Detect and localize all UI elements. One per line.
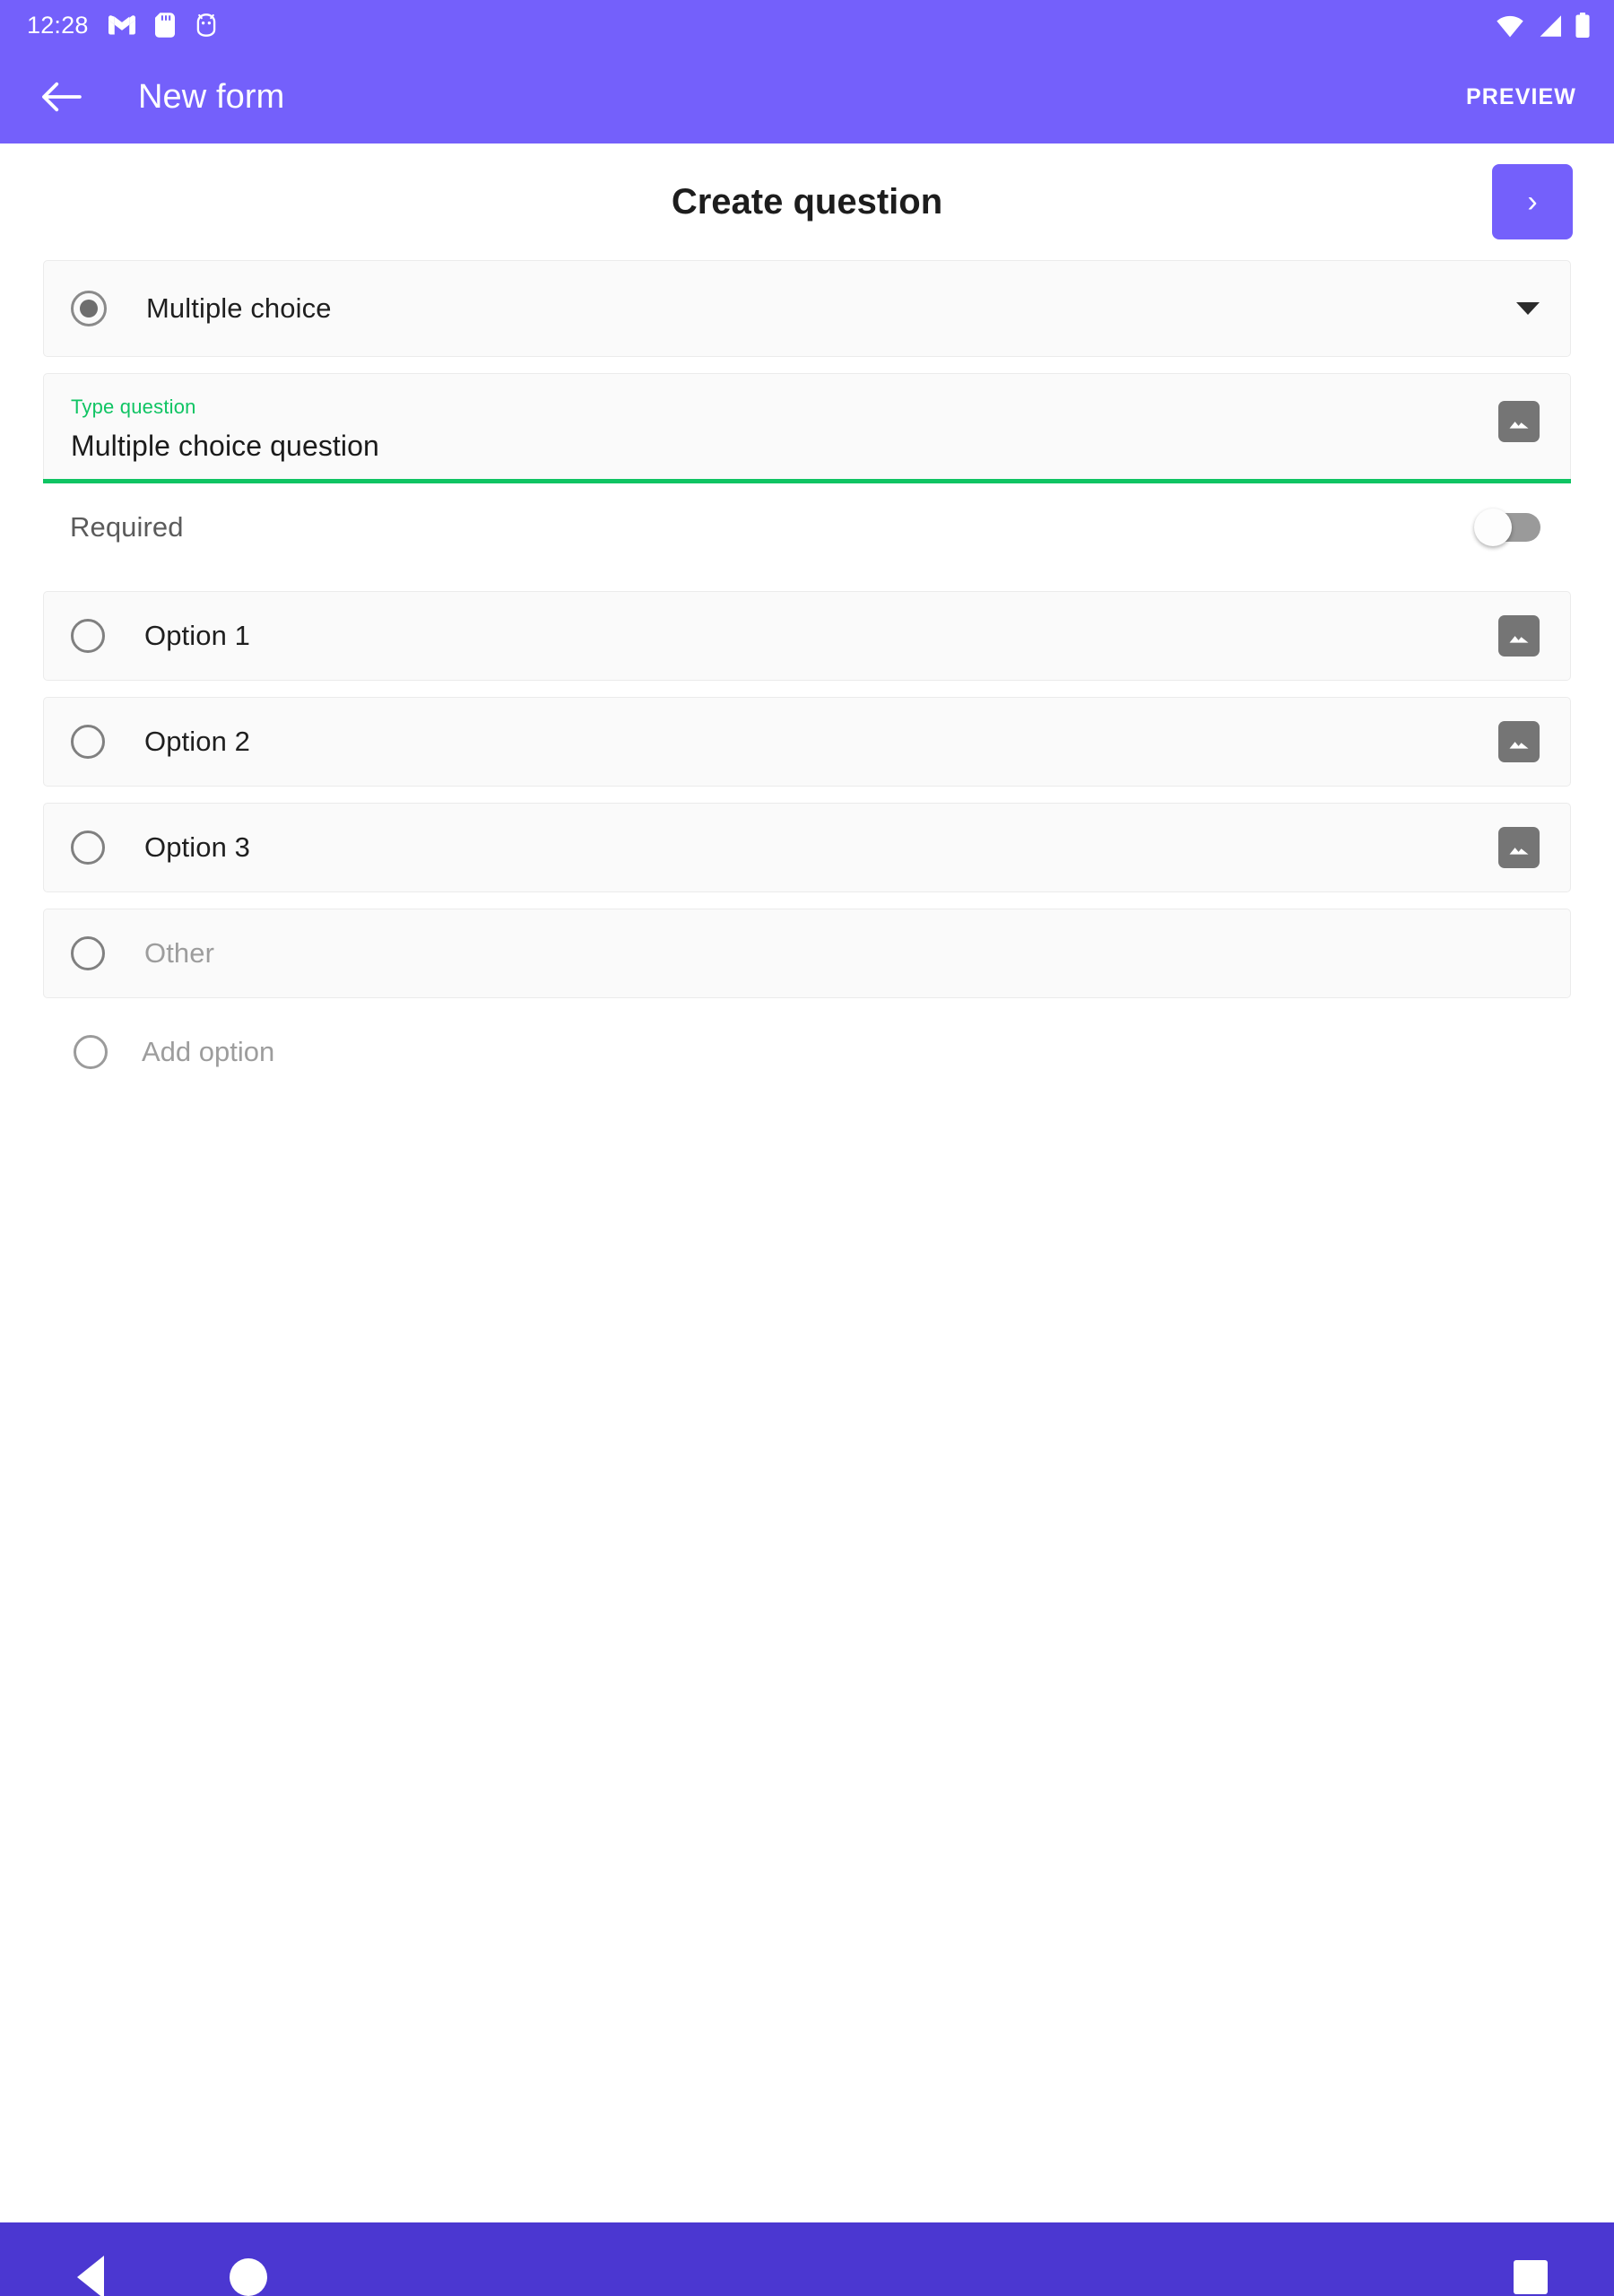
content-area: Create question › Multiple choice Type q… <box>0 144 1614 2222</box>
option-image-button-2[interactable] <box>1498 721 1540 762</box>
option-label-other: Other <box>144 937 215 969</box>
option-row-other[interactable]: Other <box>43 909 1571 998</box>
option-row-3[interactable]: Option 3 <box>43 803 1571 892</box>
system-navigation-bar <box>0 2222 1614 2296</box>
nav-home-circle-icon[interactable] <box>230 2258 267 2296</box>
question-field-texts: Type question Multiple choice question <box>71 388 379 463</box>
nav-back-triangle-icon[interactable] <box>77 2256 104 2296</box>
option-label-2: Option 2 <box>144 726 250 757</box>
next-question-button[interactable]: › <box>1492 164 1573 239</box>
option-image-button-3[interactable] <box>1498 827 1540 868</box>
option-label-1: Option 1 <box>144 620 250 651</box>
option-label-3: Option 3 <box>144 831 250 863</box>
battery-icon <box>1575 13 1591 38</box>
question-field-label: Type question <box>71 396 196 418</box>
back-button[interactable] <box>30 66 91 127</box>
option-row-2[interactable]: Option 2 <box>43 697 1571 787</box>
image-picker-icon <box>1509 848 1529 855</box>
toggle-thumb <box>1474 509 1512 546</box>
gmail-icon <box>108 14 135 36</box>
nav-recents-square-icon[interactable] <box>1514 2260 1548 2294</box>
back-arrow-icon <box>42 82 82 112</box>
question-type-label: Multiple choice <box>146 292 332 324</box>
app-bar: New form PREVIEW <box>0 50 1614 144</box>
question-field-value: Multiple choice question <box>71 430 379 462</box>
option-image-button-1[interactable] <box>1498 615 1540 657</box>
question-image-button[interactable] <box>1498 401 1540 442</box>
required-label: Required <box>70 511 184 543</box>
radio-empty-icon <box>71 725 105 759</box>
page-title: Create question <box>671 181 943 222</box>
status-bar-right <box>1496 13 1591 38</box>
wifi-icon <box>1496 14 1524 38</box>
option-row-1[interactable]: Option 1 <box>43 591 1571 681</box>
image-picker-icon <box>1509 422 1529 429</box>
sd-card-icon <box>154 13 175 38</box>
required-row: Required <box>43 483 1571 571</box>
required-toggle[interactable] <box>1474 509 1540 546</box>
image-picker-icon <box>1509 742 1529 749</box>
preview-button[interactable]: PREVIEW <box>1461 72 1582 123</box>
app-bar-title: New form <box>138 77 285 116</box>
image-picker-icon <box>1509 636 1529 643</box>
add-option-row[interactable]: Add option <box>43 1014 1571 1090</box>
create-question-header: Create question › <box>0 144 1614 260</box>
caret-down-icon <box>1516 302 1540 315</box>
status-bar-left: 12:28 <box>27 12 218 39</box>
cellular-signal-icon <box>1536 14 1563 38</box>
chevron-right-icon: › <box>1527 185 1538 219</box>
radio-empty-icon <box>71 831 105 865</box>
question-type-dropdown[interactable]: Multiple choice <box>43 260 1571 357</box>
radio-filled-icon <box>71 291 107 326</box>
android-head-icon <box>195 13 218 38</box>
radio-empty-icon <box>71 936 105 970</box>
radio-empty-icon <box>71 619 105 653</box>
add-option-label: Add option <box>142 1036 275 1067</box>
status-clock: 12:28 <box>27 11 89 39</box>
question-text-field[interactable]: Type question Multiple choice question <box>43 373 1571 479</box>
status-bar: 12:28 <box>0 0 1614 50</box>
radio-empty-icon <box>74 1035 108 1069</box>
